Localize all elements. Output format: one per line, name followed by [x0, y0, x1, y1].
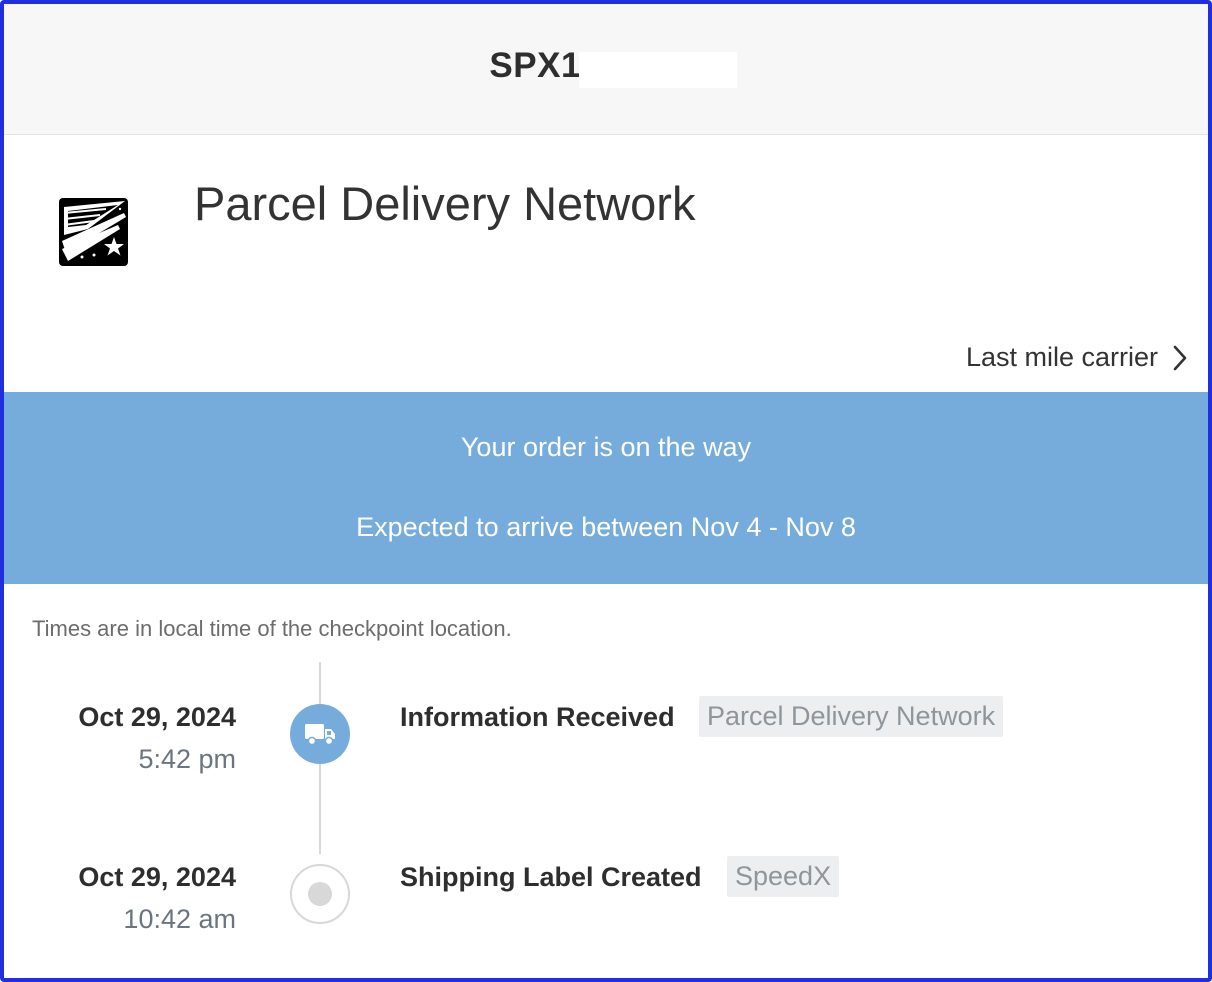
event-node [290, 864, 350, 924]
chevron-right-icon [1173, 345, 1187, 370]
status-headline: Your order is on the way [460, 432, 752, 462]
last-mile-carrier-link[interactable]: Last mile carrier [966, 342, 1188, 373]
carrier-name: Parcel Delivery Network [194, 177, 696, 230]
event-time: 10:42 am [123, 904, 236, 934]
redaction-mask [579, 52, 737, 88]
tracking-header: SPX1EG0 300 [4, 4, 1208, 135]
last-mile-label: Last mile carrier [965, 342, 1158, 372]
tracking-panel: SPX1EG0 300 Parcel Delivery Network Last… [0, 0, 1212, 982]
eagle-logo-icon [59, 198, 128, 266]
dot-icon [308, 882, 332, 906]
event-time: 5:42 pm [138, 744, 236, 774]
timezone-note: Times are in local time of the checkpoin… [32, 616, 512, 641]
event-title: Shipping Label Created [400, 862, 702, 892]
event-date: Oct 29, 2024 [78, 702, 236, 732]
event-source-tag: Parcel Delivery Network [699, 696, 1004, 737]
eta-text: Expected to arrive between Nov 4 - Nov 8 [356, 512, 856, 542]
status-banner: Your order is on the way Expected to arr… [4, 392, 1208, 584]
event-title: Information Received [400, 702, 675, 732]
truck-icon [305, 724, 335, 746]
event-node-active [290, 704, 350, 764]
event-date: Oct 29, 2024 [78, 862, 236, 892]
event-source-tag: SpeedX [727, 856, 840, 897]
